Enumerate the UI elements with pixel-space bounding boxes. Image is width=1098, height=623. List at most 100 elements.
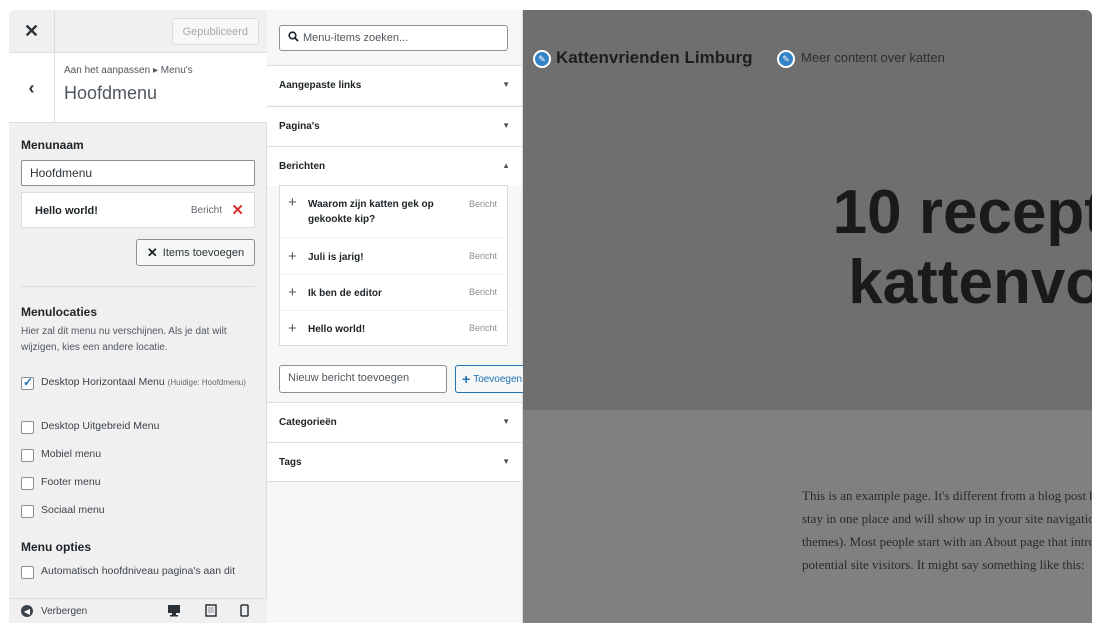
publish-button[interactable]: Gepubliceerd [171, 18, 259, 45]
remove-icon[interactable]: ✕ [231, 201, 244, 219]
page-title: 10 recepten kattenvoer [785, 178, 1092, 318]
chevron-up-icon: ▲ [502, 161, 510, 170]
post-type: Bericht [468, 287, 497, 297]
desktop-icon[interactable] [167, 604, 181, 620]
tablet-icon[interactable] [205, 604, 217, 620]
location-note: (Huidige: Hoofdmenu) [167, 378, 246, 387]
menu-item[interactable]: Hello world! Bericht ✕ [21, 192, 255, 228]
available-items-panel: Menu-items zoeken... Aangepaste links ▼ … [267, 10, 535, 623]
checkbox[interactable] [21, 566, 34, 579]
search-input[interactable]: Menu-items zoeken... [279, 25, 508, 51]
plus-icon: + [288, 194, 297, 211]
divider [21, 286, 255, 287]
checkbox[interactable] [21, 477, 34, 490]
auto-add-label: Automatisch hoofdniveau pagina's aan dit [41, 565, 236, 577]
close-icon[interactable]: ✕ [9, 10, 55, 53]
search-icon [288, 31, 299, 45]
location-label: Mobiel menu [41, 448, 102, 460]
location-mobile[interactable]: Mobiel menu [21, 448, 259, 462]
post-title: Ik ben de editor [308, 288, 382, 299]
menu-name-field[interactable]: Hoofdmenu [21, 160, 255, 186]
page-paragraph: This is an example page. It's different … [802, 484, 1092, 576]
section-categories[interactable]: Categorieën ▼ [267, 402, 522, 442]
section-posts[interactable]: Berichten ▲ [267, 146, 522, 186]
location-label: Footer menu [41, 476, 101, 488]
checkbox[interactable] [21, 449, 34, 462]
chevron-down-icon: ▼ [502, 417, 510, 426]
section-title: Aangepaste links [279, 80, 362, 91]
location-social[interactable]: Sociaal menu [21, 504, 259, 518]
site-tagline: Meer content over katten [801, 50, 945, 65]
edit-pencil-icon[interactable]: ✎ [777, 50, 795, 68]
site-title[interactable]: Kattenvrienden Limburg [556, 48, 752, 68]
page-title-line: kattenvoer [848, 248, 1092, 317]
search-placeholder: Menu-items zoeken... [303, 32, 409, 44]
close-icon: ✕ [146, 244, 158, 260]
section-title: Tags [279, 457, 302, 468]
checkbox[interactable] [21, 375, 34, 390]
edit-pencil-icon[interactable]: ✎ [533, 50, 551, 68]
add-items-button[interactable]: ✕ Items toevoegen [136, 239, 255, 266]
post-title: Hello world! [308, 324, 366, 335]
section-pages[interactable]: Pagina's ▼ [267, 106, 522, 146]
plus-icon: + [462, 371, 471, 387]
section-title: Pagina's [279, 121, 320, 132]
section-tags[interactable]: Tags ▼ [267, 442, 522, 482]
location-desktop-expanded[interactable]: Desktop Uitgebreid Menu [21, 420, 259, 434]
location-label: Desktop Uitgebreid Menu [41, 420, 160, 432]
paragraph-line: potential site visitors. It might say so… [802, 557, 1085, 572]
customizer-window: ✕ Gepubliceerd ‹ Aan het aanpassen ▸ Men… [9, 10, 1092, 623]
post-type: Bericht [468, 323, 497, 333]
chevron-down-icon: ▼ [502, 80, 510, 89]
plus-icon: + [288, 248, 297, 265]
section-title: Berichten [279, 161, 326, 172]
locations-heading: Menulocaties [21, 305, 98, 319]
menu-options-heading: Menu opties [21, 540, 92, 554]
post-type: Bericht [468, 251, 497, 261]
chevron-down-icon: ▼ [502, 121, 510, 130]
chevron-left-icon[interactable]: ‹ [9, 53, 55, 123]
add-items-label: Items toevoegen [162, 246, 245, 259]
location-label-wrap: Desktop Horizontaal Menu (Huidige: Hoofd… [41, 376, 246, 388]
plus-icon: + [288, 320, 297, 337]
post-title: Waarom zijn katten gek op gekookte kip? [308, 199, 434, 225]
menu-name-label: Menunaam [21, 138, 84, 152]
post-item[interactable]: + Ik ben de editor Bericht [280, 275, 507, 311]
plus-icon: + [288, 284, 297, 301]
post-item[interactable]: + Hello world! Bericht [280, 311, 507, 346]
locations-description: Hier zal dit menu nu verschijnen. Als je… [21, 326, 227, 353]
post-item[interactable]: + Waarom zijn katten gek op gekookte kip… [280, 186, 507, 238]
customizer-footer: ◀ Verbergen [9, 598, 267, 623]
menu-item-type: Bericht [190, 205, 222, 216]
chevron-down-icon: ▼ [502, 457, 510, 466]
section-title: Categorieën [279, 417, 337, 428]
page-title-line: 10 recepten [832, 178, 1092, 247]
hide-controls-button[interactable]: Verbergen [41, 606, 87, 617]
checkbox[interactable] [21, 505, 34, 518]
location-desktop-horizontal[interactable]: Desktop Horizontaal Menu (Huidige: Hoofd… [21, 375, 259, 390]
breadcrumb: Aan het aanpassen ▸ Menu's [64, 65, 193, 76]
checkbox[interactable] [21, 421, 34, 434]
paragraph-line: This is an example page. It's different … [802, 488, 1092, 503]
customizer-panel: ✕ Gepubliceerd ‹ Aan het aanpassen ▸ Men… [9, 10, 267, 623]
section-header: ‹ Aan het aanpassen ▸ Menu's Hoofdmenu [9, 53, 267, 123]
post-title: Juli is jarig! [308, 252, 364, 263]
mobile-icon[interactable] [240, 604, 249, 620]
auto-add-pages[interactable]: Automatisch hoofdniveau pagina's aan dit [21, 565, 259, 579]
new-post-field[interactable]: Nieuw bericht toevoegen [279, 365, 447, 393]
customizer-header: ✕ Gepubliceerd [9, 10, 267, 53]
location-label: Desktop Horizontaal Menu [41, 376, 165, 388]
paragraph-line: stay in one place and will show up in yo… [802, 511, 1092, 526]
menu-item-title: Hello world! [35, 205, 98, 217]
section-custom-links[interactable]: Aangepaste links ▼ [267, 65, 522, 105]
location-footer[interactable]: Footer menu [21, 476, 259, 490]
paragraph-line: themes). Most people start with an About… [802, 534, 1092, 549]
post-list: + Waarom zijn katten gek op gekookte kip… [279, 185, 508, 346]
site-preview[interactable]: ✎ Kattenvrienden Limburg ✎ Meer content … [523, 10, 1092, 623]
post-type: Bericht [468, 199, 497, 209]
add-post-label: Toevoegen [473, 373, 523, 385]
post-item[interactable]: + Juli is jarig! Bericht [280, 239, 507, 275]
location-label: Sociaal menu [41, 504, 105, 516]
section-title: Hoofdmenu [64, 83, 158, 103]
collapse-icon[interactable]: ◀ [21, 605, 33, 617]
